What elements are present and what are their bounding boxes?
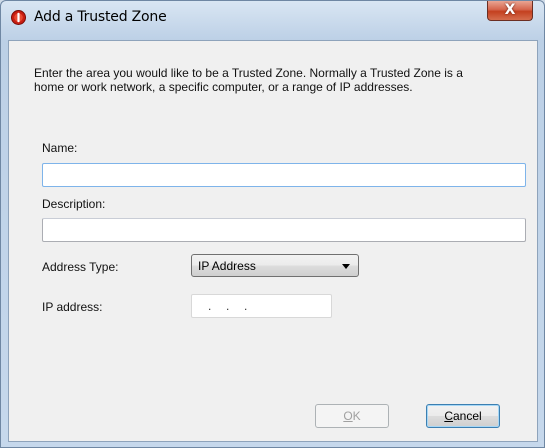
- ok-button[interactable]: OK: [315, 404, 389, 428]
- cancel-accelerator: C: [444, 409, 453, 423]
- window-title: Add a Trusted Zone: [34, 9, 167, 25]
- cancel-button[interactable]: Cancel: [426, 404, 500, 428]
- intro-line-2: home or work network, a specific compute…: [34, 80, 413, 94]
- name-input[interactable]: [42, 163, 526, 187]
- description-input[interactable]: [42, 218, 526, 242]
- ip-octet-separator: .: [226, 299, 230, 313]
- intro-text: Enter the area you would like to be a Tr…: [34, 66, 534, 94]
- address-type-label: Address Type:: [42, 260, 119, 274]
- ip-octet-separator: .: [208, 299, 212, 313]
- cancel-label: ancel: [452, 409, 482, 423]
- close-button[interactable]: X: [487, 1, 533, 21]
- title-bar[interactable]: Add a Trusted Zone X: [1, 1, 544, 31]
- security-app-icon: [11, 10, 26, 25]
- ip-address-label: IP address:: [42, 300, 103, 314]
- chevron-down-icon: [342, 264, 350, 269]
- intro-line-1: Enter the area you would like to be a Tr…: [34, 66, 463, 80]
- ok-accelerator: O: [343, 409, 353, 423]
- address-type-selected: IP Address: [198, 259, 256, 273]
- ip-octet-separator: .: [244, 299, 248, 313]
- description-label: Description:: [42, 197, 106, 211]
- address-type-dropdown[interactable]: IP Address: [191, 254, 359, 277]
- ok-label: K: [352, 409, 361, 423]
- name-label: Name:: [42, 141, 78, 155]
- ip-address-input[interactable]: . . .: [191, 294, 332, 318]
- close-icon: X: [504, 2, 516, 18]
